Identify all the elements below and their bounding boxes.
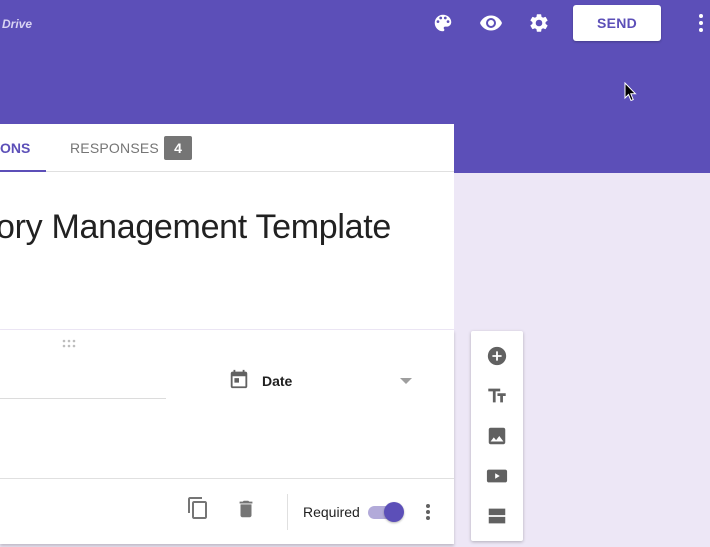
tab-bar: ONS RESPONSES 4 xyxy=(0,124,454,172)
required-label: Required xyxy=(303,504,360,520)
calendar-icon xyxy=(228,368,250,395)
required-toggle[interactable] xyxy=(366,500,406,524)
add-circle-icon[interactable] xyxy=(485,344,509,368)
more-vert-icon[interactable] xyxy=(689,11,710,35)
divider xyxy=(0,478,454,479)
responses-count-badge: 4 xyxy=(164,136,192,160)
image-icon[interactable] xyxy=(485,424,509,448)
question-more-icon[interactable] xyxy=(418,500,438,529)
question-card[interactable]: Date Required xyxy=(0,330,454,544)
question-title-field[interactable] xyxy=(0,398,166,399)
chevron-down-icon xyxy=(400,378,412,384)
toolbar-separator xyxy=(287,494,288,530)
drag-handle-icon[interactable] xyxy=(62,336,78,354)
delete-icon[interactable] xyxy=(235,498,257,525)
duplicate-icon[interactable] xyxy=(186,496,210,525)
tab-responses[interactable]: RESPONSES xyxy=(70,140,159,156)
video-icon[interactable] xyxy=(485,464,509,488)
question-type-select[interactable]: Date xyxy=(228,368,414,392)
palette-icon[interactable] xyxy=(431,11,455,35)
section-icon[interactable] xyxy=(485,504,509,528)
form-title[interactable]: ory Management Template xyxy=(0,208,391,247)
active-tab-indicator xyxy=(0,170,46,172)
mouse-cursor-icon xyxy=(624,81,638,107)
tab-questions[interactable]: ONS xyxy=(0,140,30,156)
drive-label: Drive xyxy=(2,17,33,31)
gear-icon[interactable] xyxy=(527,11,551,35)
side-toolbar xyxy=(471,331,523,541)
send-button[interactable]: SEND xyxy=(573,5,661,41)
form-header-card: ONS RESPONSES 4 ory Management Template xyxy=(0,124,454,329)
eye-icon[interactable] xyxy=(479,11,503,35)
question-type-label: Date xyxy=(262,373,293,389)
toggle-thumb xyxy=(384,502,404,522)
title-icon[interactable] xyxy=(485,384,509,408)
